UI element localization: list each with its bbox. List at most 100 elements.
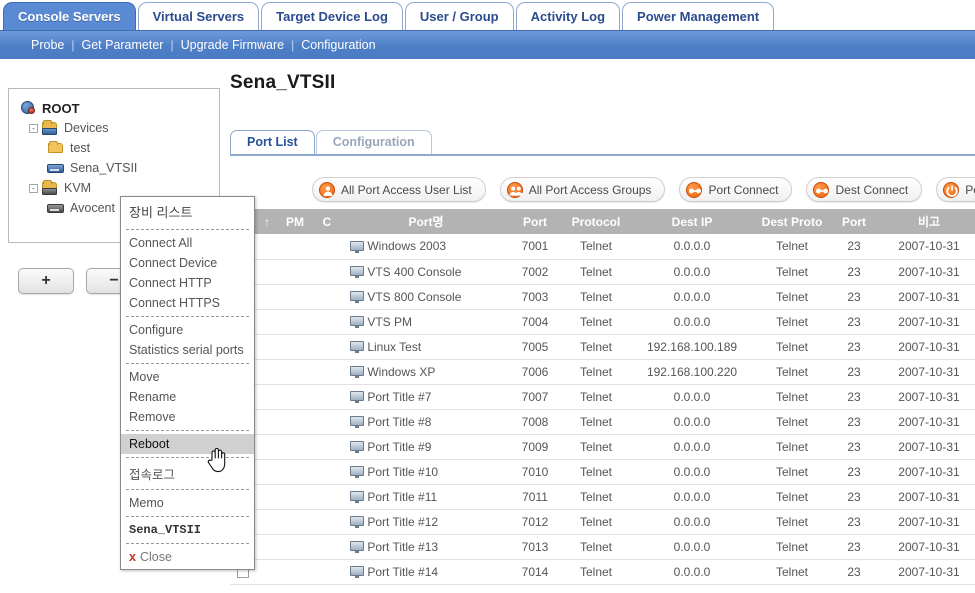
add-device-button[interactable]: + xyxy=(18,268,74,294)
monitor-icon xyxy=(350,441,364,454)
row-memo-cell: 2007-10-31 xyxy=(876,484,975,510)
primary-tab-target-device-log[interactable]: Target Device Log xyxy=(261,2,403,31)
row-port-name-cell[interactable]: Windows 2003 xyxy=(342,234,510,260)
content-tab-port-list[interactable]: Port List xyxy=(230,130,315,154)
row-port-name-cell[interactable]: Port Title #8 xyxy=(342,409,510,435)
primary-tab-power-management[interactable]: Power Management xyxy=(622,2,775,31)
row-dest-ip-cell: 192.168.100.189 xyxy=(632,334,752,360)
row-protocol-cell: Telnet xyxy=(560,284,632,310)
context-menu-item-memo[interactable]: Memo xyxy=(121,493,254,513)
table-row[interactable]: Port Title #11 7011 Telnet 0.0.0.0 Telnet 23 2… xyxy=(230,484,975,510)
table-row[interactable]: Port Title #12 7012 Telnet 0.0.0.0 Telnet 23 2… xyxy=(230,509,975,535)
context-menu-divider xyxy=(126,457,249,458)
context-menu-item-rename[interactable]: Rename xyxy=(121,387,254,407)
table-row[interactable]: Port Title #8 7008 Telnet 0.0.0.0 Telnet 23 20… xyxy=(230,409,975,435)
tree-node-test[interactable]: test xyxy=(19,138,219,158)
subnav-link-get-parameter[interactable]: Get Parameter xyxy=(74,38,170,52)
group-icon xyxy=(506,181,523,198)
table-row[interactable]: Linux Test 7005 Telnet 192.168.100.189 Telne… xyxy=(230,334,975,360)
row-port-name-cell[interactable]: VTS PM xyxy=(342,309,510,335)
context-menu-item-[interactable]: 접속로그 xyxy=(121,461,254,486)
primary-tab-activity-log[interactable]: Activity Log xyxy=(515,2,621,31)
content-tab-configuration[interactable]: Configuration xyxy=(315,130,432,154)
primary-tab-console-servers[interactable]: Console Servers xyxy=(3,2,136,31)
action-button-all-port-access-user-list[interactable]: All Port Access User List xyxy=(312,177,486,202)
table-header-cell-8[interactable]: Dest Proto xyxy=(752,209,832,234)
primary-tab-user-group[interactable]: User / Group xyxy=(404,2,514,31)
expander-devices-icon[interactable]: - xyxy=(29,123,38,133)
context-menu-item-connect-all[interactable]: Connect All xyxy=(121,233,254,253)
row-dest-proto-cell: Telnet xyxy=(752,534,832,560)
table-row[interactable]: VTS 800 Console 7003 Telnet 0.0.0.0 Telnet 23… xyxy=(230,284,975,310)
action-button-all-port-access-groups[interactable]: All Port Access Groups xyxy=(499,177,666,202)
table-row[interactable]: Port Title #14 7014 Telnet 0.0.0.0 Telnet 23 2… xyxy=(230,559,975,585)
row-memo-cell: 2007-10-31 xyxy=(876,434,975,460)
row-up-cell xyxy=(256,309,278,335)
row-pm-cell xyxy=(278,334,312,360)
row-pm-cell xyxy=(278,459,312,485)
port-list-table-wrap[interactable]: ↑ PM C Port명 Port Protocol Dest IP Dest Proto Po… xyxy=(230,209,975,593)
row-port-name-cell[interactable]: Port Title #14 xyxy=(342,559,510,585)
table-row[interactable]: VTS PM 7004 Telnet 0.0.0.0 Telnet 23 2007-10-3… xyxy=(230,309,975,335)
context-menu-item-remove[interactable]: Remove xyxy=(121,407,254,427)
action-button-dest-connect[interactable]: Dest Connect xyxy=(806,177,923,202)
table-header-cell-5[interactable]: Port xyxy=(510,209,560,234)
action-button-label: All Port Access User List xyxy=(341,182,472,197)
table-header-cell-6[interactable]: Protocol xyxy=(560,209,632,234)
table-header-cell-9[interactable]: Port xyxy=(832,209,876,234)
action-button-port-connect[interactable]: Port Connect xyxy=(679,177,793,202)
subnav-link-configuration[interactable]: Configuration xyxy=(294,38,382,52)
subnav-link-probe[interactable]: Probe xyxy=(24,38,71,52)
table-header-cell-1[interactable]: ↑ xyxy=(256,209,278,234)
table-row[interactable]: Windows XP 7006 Telnet 192.168.100.220 Telne… xyxy=(230,359,975,385)
row-dest-port-cell: 23 xyxy=(832,459,876,485)
table-row[interactable]: Port Title #9 7009 Telnet 0.0.0.0 Telnet 23 20… xyxy=(230,434,975,460)
table-header-cell-4[interactable]: Port명 xyxy=(342,209,510,234)
row-port-name-cell[interactable]: Linux Test xyxy=(342,334,510,360)
context-menu-item-reboot[interactable]: Reboot xyxy=(121,434,254,454)
row-port-name-cell[interactable]: VTS 800 Console xyxy=(342,284,510,310)
context-menu-header: 장비 리스트 xyxy=(129,205,193,220)
table-header-cell-2[interactable]: PM xyxy=(278,209,312,234)
table-row[interactable]: VTS 400 Console 7002 Telnet 0.0.0.0 Telnet 23… xyxy=(230,259,975,285)
context-menu-item-connect-https[interactable]: Connect HTTPS xyxy=(121,293,254,313)
action-button-label: Port Reset xyxy=(965,182,975,197)
table-header-cell-7[interactable]: Dest IP xyxy=(632,209,752,234)
table-row[interactable]: Windows 2003 7001 Telnet 0.0.0.0 Telnet 23 200… xyxy=(230,234,975,260)
row-up-cell xyxy=(256,284,278,310)
tree-node-devices[interactable]: - Devices xyxy=(19,118,219,138)
table-header-cell-3[interactable]: C xyxy=(312,209,342,234)
context-menu-item-statistics-serial-ports[interactable]: Statistics serial ports xyxy=(121,340,254,360)
context-menu-item-move[interactable]: Move xyxy=(121,367,254,387)
tree-node-root[interactable]: ROOT xyxy=(19,98,219,118)
row-port-name-cell[interactable]: Port Title #13 xyxy=(342,534,510,560)
table-row[interactable]: Port Title #10 7010 Telnet 0.0.0.0 Telnet 23 2… xyxy=(230,459,975,485)
table-header-cell-10[interactable]: 비고 xyxy=(876,209,975,234)
context-menu-divider xyxy=(126,543,249,544)
row-port-name-label: Port Title #14 xyxy=(367,564,439,579)
row-up-cell xyxy=(256,259,278,285)
table-row[interactable]: Port Title #13 7013 Telnet 0.0.0.0 Telnet 23 2… xyxy=(230,534,975,560)
context-menu-item-configure[interactable]: Configure xyxy=(121,320,254,340)
table-row[interactable]: Port Title #7 7007 Telnet 0.0.0.0 Telnet 23 20… xyxy=(230,384,975,410)
primary-tab-virtual-servers[interactable]: Virtual Servers xyxy=(137,2,260,31)
row-port-name-cell[interactable]: Port Title #11 xyxy=(342,484,510,510)
row-port-name-cell[interactable]: VTS 400 Console xyxy=(342,259,510,285)
context-menu-item-connect-http[interactable]: Connect HTTP xyxy=(121,273,254,293)
context-menu-close[interactable]: x Close xyxy=(121,547,254,567)
row-port-name-cell[interactable]: Port Title #10 xyxy=(342,459,510,485)
row-port-name-cell[interactable]: Port Title #7 xyxy=(342,384,510,410)
row-port-name-cell[interactable]: Windows XP xyxy=(342,359,510,385)
context-menu-item-connect-device[interactable]: Connect Device xyxy=(121,253,254,273)
row-dest-port-cell: 23 xyxy=(832,409,876,435)
expander-kvm-icon[interactable]: - xyxy=(29,183,38,193)
tree-node-sena-vtsii[interactable]: Sena_VTSII xyxy=(19,158,219,178)
tree-node-kvm[interactable]: - KVM xyxy=(19,178,219,198)
subnav-link-upgrade-firmware[interactable]: Upgrade Firmware xyxy=(174,38,292,52)
device-context-menu[interactable]: 장비 리스트 Connect All Connect Device Connect … xyxy=(120,196,255,570)
row-up-cell xyxy=(256,459,278,485)
row-port-cell: 7007 xyxy=(510,384,560,410)
action-button-port-reset[interactable]: Port Reset xyxy=(936,177,975,202)
row-port-name-cell[interactable]: Port Title #9 xyxy=(342,434,510,460)
row-port-name-cell[interactable]: Port Title #12 xyxy=(342,509,510,535)
